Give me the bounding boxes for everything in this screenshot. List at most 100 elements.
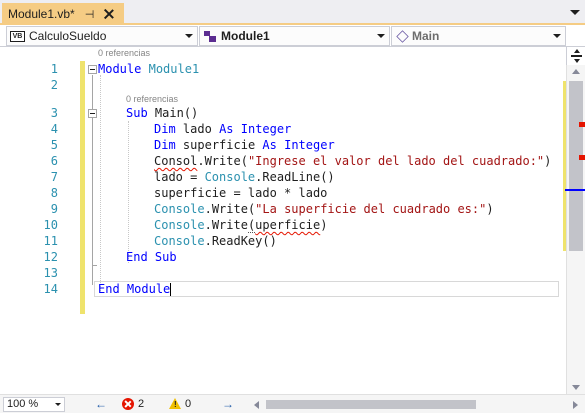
code-line-12: End Sub [126, 249, 177, 265]
outline-end [92, 265, 97, 266]
code-line-7: lado = Console.ReadLine() [154, 169, 335, 185]
type-dropdown[interactable]: Module1 [199, 26, 390, 46]
scroll-thumb[interactable] [569, 81, 583, 251]
identifier: superficie [182, 138, 256, 152]
editor-status-bar: 100 % ← 2 ! 0 → [0, 394, 585, 413]
zoom-dropdown[interactable]: 100 % [3, 397, 65, 412]
method: Write [211, 218, 248, 232]
indent-guide [128, 121, 129, 263]
error-identifier: uperficie [255, 218, 321, 232]
line-number: 4 [50, 122, 58, 136]
scroll-up-icon[interactable] [572, 69, 580, 74]
identifier: Main [154, 106, 184, 120]
type-name: Console [154, 202, 205, 216]
collapse-sub-icon[interactable] [88, 109, 97, 118]
identifier: Module1 [148, 62, 200, 76]
code-line-1: Module Module1 [98, 61, 199, 77]
code-line-4: Dim lado As Integer [154, 121, 291, 137]
code-area[interactable]: 1 2 3 4 5 6 7 8 9 10 11 12 13 14 0 refer… [0, 47, 566, 394]
error-marker[interactable] [579, 122, 585, 127]
code-line-10: Console.Write(uperficie) [154, 217, 327, 233]
codelens-references[interactable]: 0 referencias [98, 48, 150, 58]
statement: superficie = lado * lado [154, 186, 328, 200]
keyword: As [219, 122, 234, 136]
warning-count[interactable]: 0 [185, 398, 191, 410]
keyword: Dim [154, 122, 176, 136]
scroll-left-icon[interactable] [254, 401, 259, 409]
punctuation: ) [320, 218, 328, 232]
member-dropdown[interactable]: Main [391, 26, 566, 46]
punctuation: . [204, 234, 212, 248]
line-number: 10 [43, 218, 58, 232]
chevron-down-icon [185, 34, 193, 38]
navigation-bar: VB CalculoSueldo Module1 Main [0, 25, 585, 47]
error-marker[interactable] [579, 155, 585, 160]
tab-module1[interactable]: Module1.vb* ⊣ [2, 3, 124, 25]
code-line-3: Sub Main() [126, 105, 198, 121]
string-literal: "La superficie del cuadrado es:" [255, 202, 487, 216]
scroll-thumb[interactable] [266, 400, 476, 409]
vb-project-icon: VB [10, 30, 25, 42]
keyword: Sub [154, 250, 177, 264]
code-editor[interactable]: 1 2 3 4 5 6 7 8 9 10 11 12 13 14 0 refer… [0, 47, 566, 394]
error-count[interactable]: 2 [138, 398, 144, 410]
code-line-14: End Module [98, 281, 172, 297]
navigate-back-icon[interactable]: ← [95, 397, 107, 411]
type-name: Console [204, 170, 256, 184]
outline-line [92, 75, 93, 285]
method: ReadKey [211, 234, 263, 248]
member-name: Main [412, 29, 440, 43]
error-identifier: Consol [154, 154, 198, 168]
keyword: Integer [284, 138, 335, 152]
close-icon[interactable] [102, 7, 116, 21]
project-dropdown[interactable]: VB CalculoSueldo [6, 26, 198, 46]
warning-icon[interactable]: ! [169, 398, 181, 409]
line-number: 11 [43, 234, 58, 248]
method: ReadLine [262, 170, 321, 184]
keyword: Sub [126, 106, 148, 120]
codelens-references[interactable]: 0 referencias [126, 94, 178, 104]
line-number: 5 [50, 138, 58, 152]
split-window-button[interactable] [566, 47, 585, 65]
error-icon[interactable] [122, 398, 134, 410]
chevron-down-icon [377, 34, 385, 38]
caret-position-marker [565, 189, 585, 191]
assignment: lado = [154, 170, 205, 184]
collapse-module-icon[interactable] [88, 65, 97, 74]
line-number: 9 [50, 202, 58, 216]
scroll-right-icon[interactable] [573, 401, 578, 409]
line-number: 2 [50, 78, 58, 92]
keyword: As [262, 138, 277, 152]
zoom-level: 100 % [7, 398, 39, 410]
punctuation: . [204, 218, 212, 232]
scroll-down-icon[interactable] [572, 385, 580, 390]
keyword: Module [98, 62, 142, 76]
tab-title: Module1.vb* [8, 7, 75, 21]
keyword: Integer [240, 122, 292, 136]
horizontal-scrollbar[interactable] [250, 397, 582, 412]
vertical-scrollbar[interactable] [563, 65, 585, 394]
code-line-5: Dim superficie As Integer [154, 137, 335, 153]
keyword: Dim [154, 138, 176, 152]
line-number: 8 [50, 186, 58, 200]
punctuation: ) [544, 154, 552, 168]
arrow-down-icon [574, 59, 580, 63]
method: .Write( [197, 154, 248, 168]
line-number: 14 [43, 282, 58, 296]
type-name: Module1 [221, 29, 270, 43]
identifier: lado [182, 122, 212, 136]
keyword: End [98, 282, 120, 296]
punctuation: () [320, 170, 335, 184]
project-name: CalculoSueldo [29, 29, 107, 43]
string-literal: "Ingrese el valor del lado del cuadrado:… [247, 154, 545, 168]
method: Write [211, 202, 248, 216]
navigate-forward-icon[interactable]: → [222, 397, 234, 411]
change-marker [563, 81, 566, 251]
type-name: Console [154, 234, 205, 248]
pin-icon[interactable]: ⊣ [85, 8, 95, 21]
chevron-down-icon [55, 403, 61, 406]
line-number: 12 [43, 250, 58, 264]
punctuation: ) [486, 202, 494, 216]
code-line-11: Console.ReadKey() [154, 233, 277, 249]
tab-dropdown-icon[interactable] [569, 6, 581, 18]
